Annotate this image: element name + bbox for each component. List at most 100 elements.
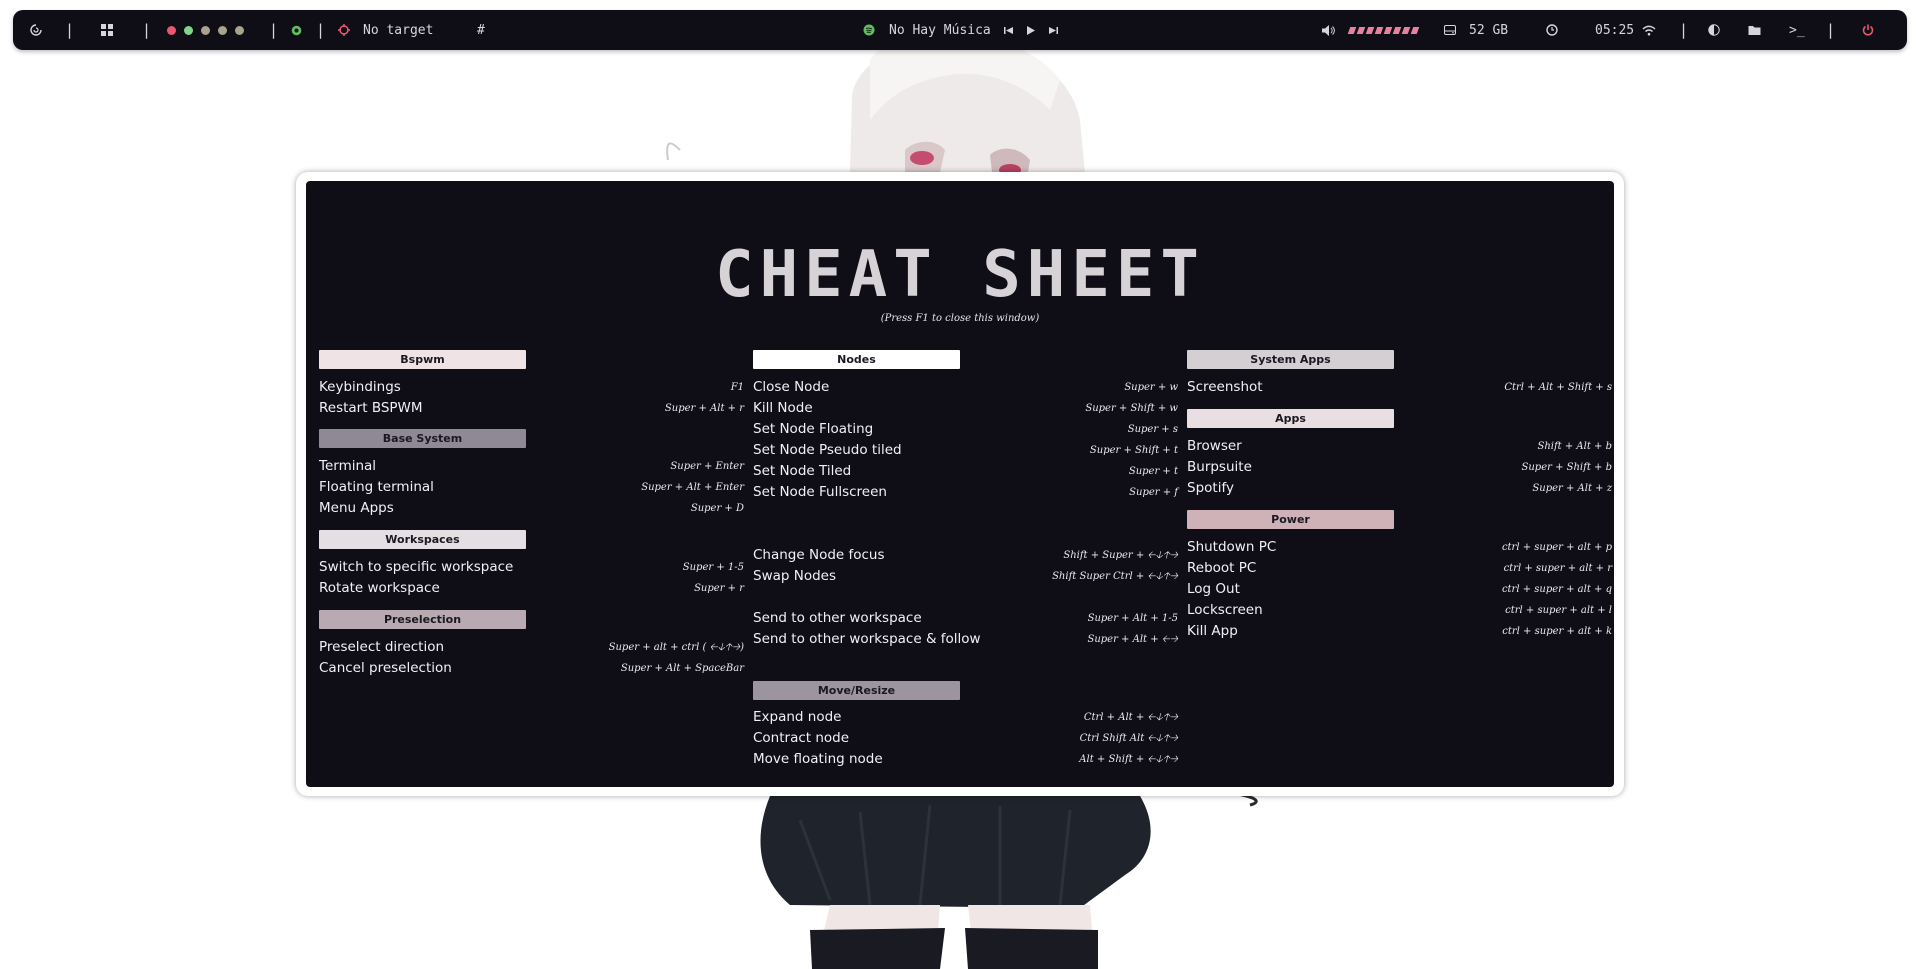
keybind-row: Screenshot Ctrl + Alt + Shift + s [1187,377,1612,398]
play-icon[interactable] [1027,10,1035,50]
keybind-keys: ctrl + super + alt + k [1502,626,1612,637]
keybind-row: Shutdown PC ctrl + super + alt + p [1187,537,1612,558]
workspace-indicators[interactable] [167,10,252,50]
theme-icon[interactable] [1708,10,1720,50]
keybind-label: Keybindings [319,379,401,395]
keybind-keys: Super + Alt + Enter [641,482,744,493]
next-track-icon[interactable] [1049,10,1058,50]
workspace-dot-3[interactable] [201,25,210,35]
hash-label: # [477,22,485,38]
keybind-label: Restart BSPWM [319,400,423,416]
workspace-dot-4[interactable] [218,25,227,35]
keybind-row: Kill App ctrl + super + alt + k [1187,621,1612,642]
previous-track-icon[interactable] [1004,10,1013,50]
keybind-row: Burpsuite Super + Shift + b [1187,457,1612,478]
keybind-label: Browser [1187,438,1242,454]
keybind-keys: Super + Shift + t [1089,445,1178,456]
keybind-label: Move floating node [753,751,883,767]
section-header-bspwm: Bspwm [319,350,526,369]
keybind-keys: ctrl + super + alt + p [1501,542,1612,553]
keybind-keys: Super + Alt + z [1532,483,1612,494]
keybind-row: Set Node Floating Super + s [753,419,1178,440]
keybind-label: Log Out [1187,581,1240,597]
keybind-keys: Super + w [1124,382,1178,393]
keybind-keys: Ctrl Shift Alt 🡠🡣🡡🡢 [1079,733,1178,744]
keybind-label: Expand node [753,709,842,725]
terminal-icon[interactable]: >_ [1789,10,1805,50]
section-header-system-apps: System Apps [1187,350,1394,369]
keybind-label: Lockscreen [1187,602,1263,618]
keybind-row: Expand node Ctrl + Alt + 🡠🡣🡡🡢 [753,707,1178,728]
crosshair-icon [338,10,350,50]
workspace-dot-1[interactable] [167,25,176,35]
keybind-keys: ctrl + super + alt + l [1505,605,1612,616]
keybind-keys: Shift + Super + 🡠🡣🡡🡢 [1063,550,1178,561]
keybind-keys: Super + Alt + SpaceBar [620,663,744,674]
spotify-icon [863,10,875,50]
keybind-row: Restart BSPWM Super + Alt + r [319,398,744,419]
section-header-base-system: Base System [319,429,526,448]
keybind-label: Rotate workspace [319,580,440,596]
keybind-keys: Super + Shift + w [1085,403,1178,414]
target-text: No target [363,22,434,38]
keybind-label: Preselect direction [319,639,445,655]
keybind-label: Menu Apps [319,500,394,516]
keybind-row: Switch to specific workspace Super + 1-5 [319,557,744,578]
keybind-row: Floating terminal Super + Alt + Enter [319,477,744,498]
keybind-label: Kill Node [753,400,813,416]
section-header-preselection: Preselection [319,610,526,629]
section-header-workspaces: Workspaces [319,530,526,549]
power-icon[interactable] [1862,10,1874,50]
keybind-row: Keybindings F1 [319,377,744,398]
volume-segment [1392,26,1402,34]
workspace-dot-2[interactable] [184,25,193,35]
keybind-label: Burpsuite [1187,459,1252,475]
keybind-row: Preselect direction Super + alt + ctrl ( … [319,637,744,658]
keybind-row: Cancel preselection Super + Alt + SpaceBa… [319,658,744,679]
workspace-dot-5[interactable] [235,25,244,35]
volume-segment [1383,26,1393,34]
keybind-label: Close Node [753,379,830,395]
keybind-row: Swap Nodes Shift Super Ctrl + 🡠🡣🡡🡢 [753,566,1178,587]
keybind-label: Cancel preselection [319,660,452,676]
player-text: No Hay Música [889,22,991,38]
grid-icon[interactable] [101,10,113,50]
keybind-keys: Alt + Shift + 🡠🡣🡡🡢 [1079,754,1178,765]
keybind-keys: Ctrl + Alt + Shift + s [1504,382,1612,393]
keybind-keys: Super + Alt + 1-5 [1087,613,1178,624]
keybind-keys: ctrl + super + alt + q [1501,584,1612,595]
wifi-icon[interactable] [1642,10,1656,50]
volume-segment [1365,26,1375,34]
clock-icon [1546,10,1558,50]
bar-divider: | [1826,21,1836,39]
keybind-label: Set Node Tiled [753,463,852,479]
disk-text: 52 GB [1469,22,1509,38]
folder-icon[interactable] [1748,10,1762,50]
keybind-keys: Ctrl + Alt + 🡠🡣🡡🡢 [1083,712,1178,723]
keybind-keys: Shift Super Ctrl + 🡠🡣🡡🡢 [1052,571,1178,582]
keybind-keys: Super + Alt + r [664,403,744,414]
keybind-keys: Super + Shift + b [1521,462,1612,473]
volume-icon[interactable] [1322,10,1335,50]
section-header-nodes: Nodes [753,350,960,369]
keybind-label: Terminal [319,458,377,474]
volume-level-bar[interactable] [1347,10,1420,50]
keybind-label: Set Node Floating [753,421,874,437]
launcher-icon[interactable] [30,10,42,50]
keybind-label: Kill App [1187,623,1238,639]
keybind-keys: Shift + Alt + b [1537,441,1612,452]
cheatsheet-banner: CHEAT SHEET [715,238,1199,312]
volume-segment [1401,26,1411,34]
keybind-row: Set Node Pseudo tiled Super + Shift + t [753,440,1178,461]
keybind-keys: F1 [730,382,744,393]
keybind-row: Menu Apps Super + D [319,498,744,519]
keybind-keys: Super + Alt + 🡠🡢 [1087,634,1178,645]
keybind-keys: Super + t [1128,466,1178,477]
keybind-row: Send to other workspace Super + Alt + 1-5 [753,608,1178,629]
keybind-label: Contract node [753,730,850,746]
keybind-label: Send to other workspace & follow [753,631,981,647]
volume-segment [1356,26,1366,34]
keybind-row: Close Node Super + w [753,377,1178,398]
keybind-row: Send to other workspace & follow Super + … [753,629,1178,650]
volume-segment [1410,26,1420,34]
